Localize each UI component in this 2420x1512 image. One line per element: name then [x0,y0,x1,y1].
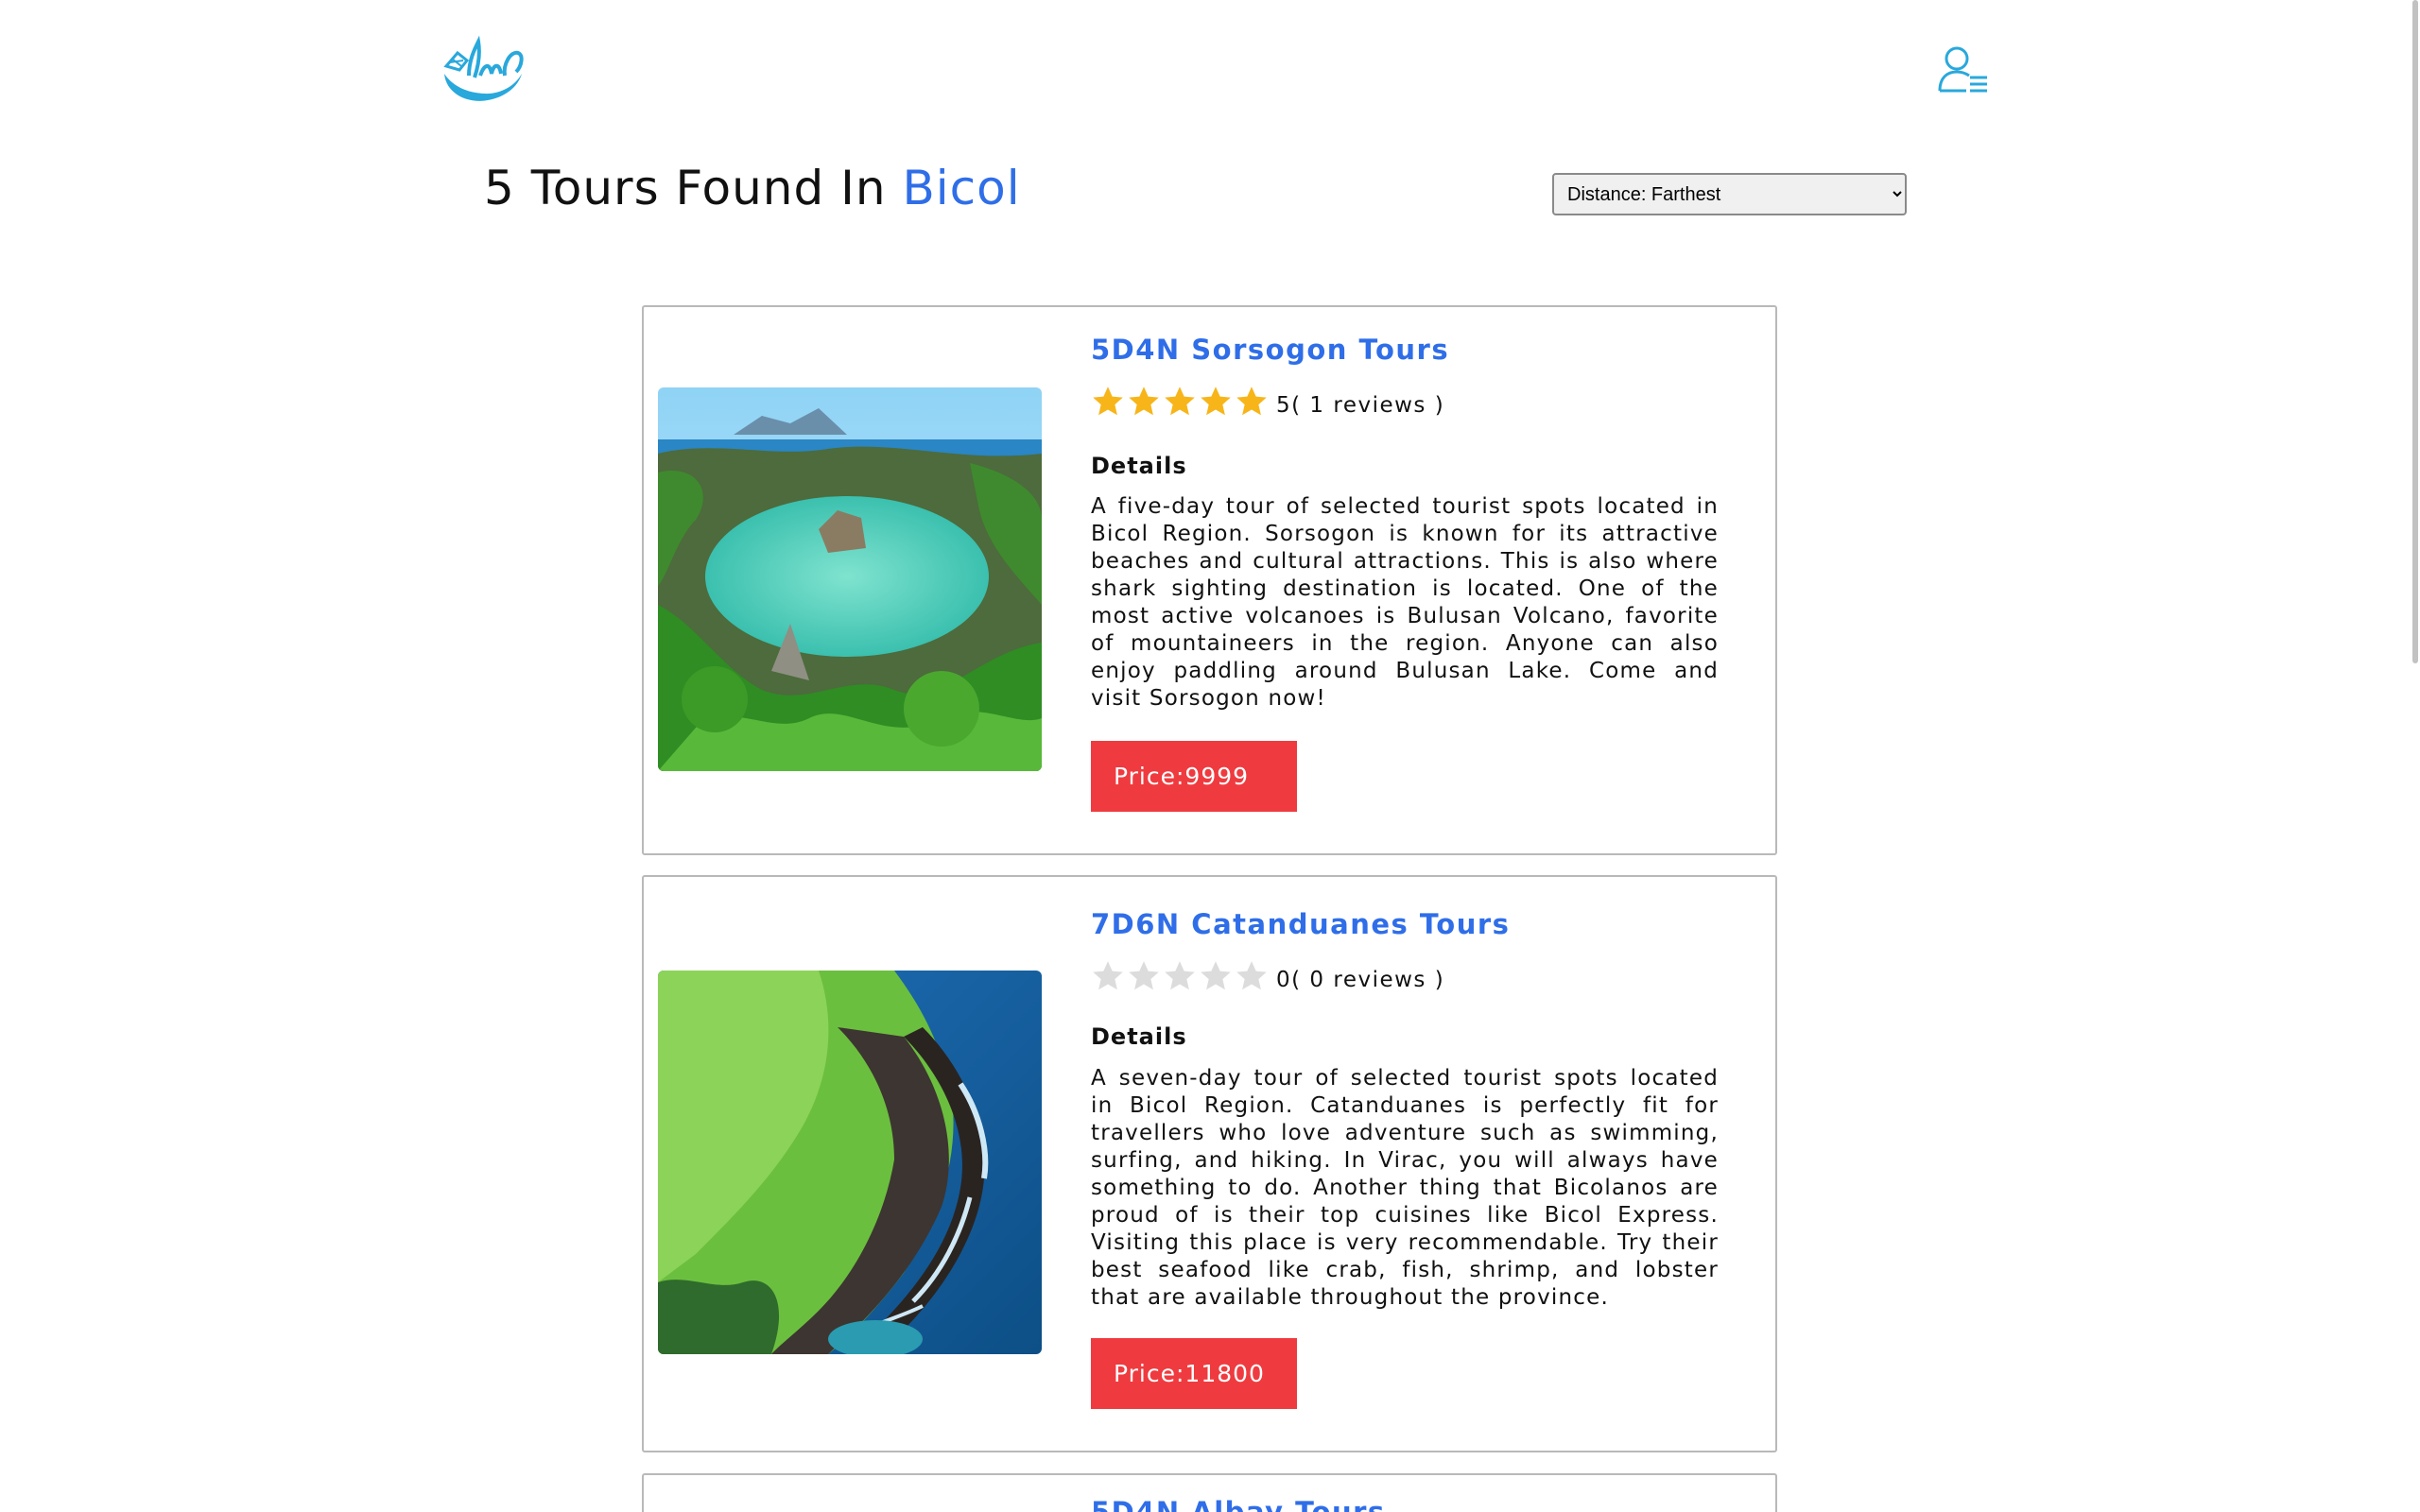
review-count: ( 1 reviews ) [1291,393,1445,418]
star-filled-icon [1236,387,1267,416]
page-scrollbar[interactable] [2411,0,2420,1512]
rating-value: 5 [1276,393,1292,418]
tour-image-catanduanes[interactable] [658,971,1042,1354]
star-rating [1091,385,1269,419]
results-heading: 5 Tours Found In Bicol [484,161,1021,215]
star-filled-icon [1201,387,1231,416]
star-rating [1091,959,1269,993]
price-button[interactable]: Price:9999 [1091,741,1297,812]
results-title-text: Tours Found In [530,161,887,215]
tour-card: 7D6N Catanduanes Tours 0( 0 reviews ) De… [642,875,1777,1452]
tour-image-sorsogon[interactable] [658,387,1042,771]
star-filled-icon [1093,387,1123,416]
star-empty-icon [1093,961,1123,990]
star-empty-icon [1165,961,1195,990]
tour-title[interactable]: 7D6N Catanduanes Tours [1091,908,1510,940]
star-empty-icon [1129,961,1159,990]
tour-description: A seven-day tour of selected tourist spo… [1091,1066,1719,1310]
star-filled-icon [1165,387,1195,416]
details-heading: Details [1091,1023,1187,1050]
rating-row: 0( 0 reviews ) [1091,957,1444,995]
scrollbar-thumb[interactable] [2412,0,2418,663]
review-summary: 0( 0 reviews ) [1276,968,1444,992]
brand-logo-icon[interactable] [437,32,531,104]
star-empty-icon [1236,961,1267,990]
review-count: ( 0 reviews ) [1291,968,1445,992]
rating-row: 5( 1 reviews ) [1091,383,1444,421]
tour-description: A five-day tour of selected tourist spot… [1091,494,1719,711]
details-heading: Details [1091,453,1187,479]
results-region: Bicol [902,161,1021,215]
review-summary: 5( 1 reviews ) [1276,393,1444,418]
tour-title[interactable]: 5D4N Albay Tours [1091,1496,1386,1512]
tour-title[interactable]: 5D4N Sorsogon Tours [1091,334,1449,366]
tour-card: 5D4N Sorsogon Tours 5( 1 reviews ) Detai… [642,305,1777,855]
page: 5 Tours Found In Bicol Distance: Farthes… [0,0,2420,1512]
results-count: 5 [484,161,515,215]
star-filled-icon [1129,387,1159,416]
price-button[interactable]: Price:11800 [1091,1338,1297,1409]
sort-select[interactable]: Distance: Farthest [1552,173,1907,215]
star-empty-icon [1201,961,1231,990]
tour-card: 5D4N Albay Tours [642,1473,1777,1512]
rating-value: 0 [1276,968,1292,992]
user-menu-icon[interactable] [1938,45,1989,94]
